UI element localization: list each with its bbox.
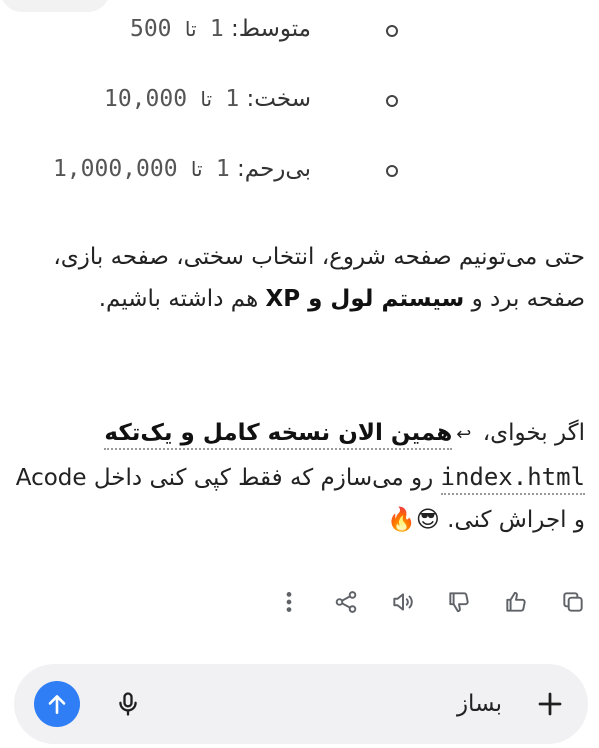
plus-icon	[538, 692, 562, 716]
return-arrow-icon: ↩	[456, 424, 472, 445]
thumbs-up-icon[interactable]	[499, 585, 533, 619]
list-item: متوسط: 1 تا 500	[0, 8, 599, 58]
offer-link[interactable]: همین الان نسخه کامل و یک‌تکه	[104, 420, 453, 450]
share-icon[interactable]	[329, 585, 363, 619]
difficulty-level: متوسط: 1 تا 500	[129, 16, 311, 42]
prompt-input[interactable]: بساز	[457, 686, 502, 722]
emoji: 😎🔥	[387, 507, 440, 533]
chat-screen: متوسط: 1 تا 500 سخت: 1 تا 10,000 بی‌رحم:…	[0, 0, 599, 748]
message-paragraph: حتی می‌تونیم صفحه شروع، انتخاب سختی، صفح…	[53, 244, 585, 312]
code-filename[interactable]: index.html	[440, 463, 585, 495]
mic-icon	[119, 692, 137, 716]
bullet-icon	[386, 25, 398, 37]
arrow-up-icon	[48, 695, 66, 714]
difficulty-level: سخت: 1 تا 10,000	[103, 86, 311, 112]
thumbs-down-icon[interactable]	[442, 585, 476, 619]
bullet-icon	[386, 95, 398, 107]
list-item: سخت: 1 تا 10,000	[0, 78, 599, 128]
list-item: بی‌رحم: 1 تا 1,000,000	[0, 148, 599, 198]
composer-bar: بساز	[14, 664, 588, 744]
speaker-icon[interactable]	[386, 585, 420, 619]
message-paragraph: اگر بخوای، ↩همین الان نسخه کامل و یک‌تکه…	[15, 420, 585, 533]
copy-icon[interactable]	[556, 585, 590, 619]
add-attachment-button[interactable]	[530, 684, 570, 724]
more-icon[interactable]	[272, 585, 306, 619]
send-button[interactable]	[34, 681, 80, 727]
difficulty-level: بی‌رحم: 1 تا 1,000,000	[52, 156, 311, 182]
message-actions	[272, 584, 590, 620]
bullet-icon	[386, 165, 398, 177]
mic-button[interactable]	[108, 684, 148, 724]
